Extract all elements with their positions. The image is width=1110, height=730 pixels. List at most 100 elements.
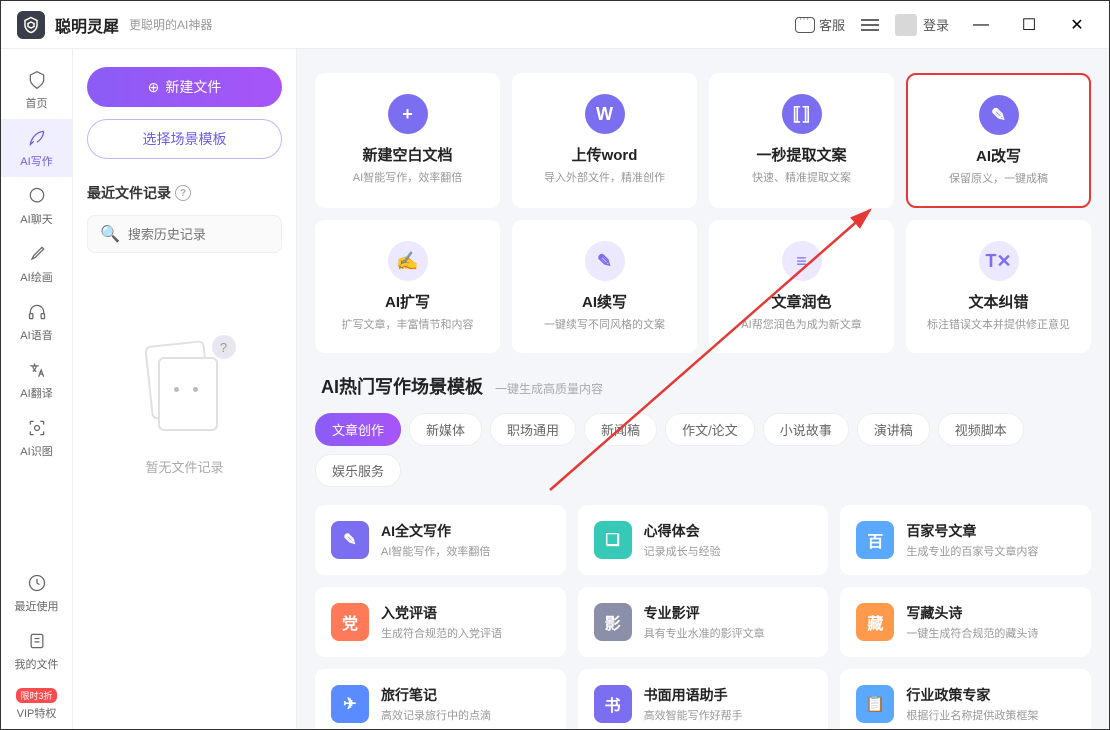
nav-label: AI绘画: [20, 269, 52, 285]
headphone-icon: [26, 301, 48, 323]
maximize-button[interactable]: ☐: [1013, 9, 1045, 41]
nav-ai-writing[interactable]: AI写作: [1, 119, 72, 177]
template-card[interactable]: 藏 写藏头诗 一键生成符合规范的藏头诗: [840, 587, 1091, 657]
tab-item[interactable]: 视频脚本: [938, 413, 1024, 446]
new-file-label: 新建文件: [165, 77, 221, 97]
card-title: 一秒提取文案: [720, 144, 883, 165]
template-desc: 高效记录旅行中的点滴: [381, 707, 491, 723]
action-card[interactable]: ≡ 文章润色 AI帮您润色为成为新文章: [709, 220, 894, 353]
tab-item[interactable]: 职场通用: [490, 413, 576, 446]
template-card[interactable]: ✈ 旅行笔记 高效记录旅行中的点滴: [315, 669, 566, 729]
empty-illustration-icon: ?: [140, 343, 230, 443]
nav-ai-voice[interactable]: AI语音: [1, 293, 72, 351]
home-icon: [26, 69, 48, 91]
card-icon: ✎: [979, 95, 1019, 135]
choose-template-button[interactable]: 选择场景模板: [87, 119, 282, 159]
nav-label: AI写作: [20, 153, 52, 169]
left-nav: 首页 AI写作 AI聊天 AI绘画 AI语音 AI翻译 AI识图 最: [1, 49, 73, 729]
file-icon: [26, 630, 48, 652]
action-card[interactable]: ✍ AI扩写 扩写文章，丰富情节和内容: [315, 220, 500, 353]
template-desc: 一键生成符合规范的藏头诗: [906, 625, 1038, 641]
template-desc: 记录成长与经验: [644, 543, 721, 559]
card-icon: T✕: [979, 241, 1019, 281]
card-desc: 保留原义，一键成稿: [918, 170, 1079, 186]
card-title: 上传word: [523, 144, 686, 165]
tab-item[interactable]: 文章创作: [315, 413, 401, 446]
card-icon: ✎: [585, 241, 625, 281]
chat-icon: [795, 17, 815, 33]
nav-label: 最近使用: [15, 598, 59, 614]
empty-text: 暂无文件记录: [87, 457, 282, 476]
template-title: 百家号文章: [906, 521, 1038, 541]
template-card[interactable]: 书 书面用语助手 高效智能写作好帮手: [578, 669, 829, 729]
template-title: AI全文写作: [381, 521, 490, 541]
close-button[interactable]: ✕: [1061, 9, 1093, 41]
card-title: 文章润色: [720, 291, 883, 312]
translate-icon: [26, 359, 48, 381]
card-title: AI改写: [918, 145, 1079, 166]
template-icon: ✈: [331, 685, 369, 723]
login-label: 登录: [923, 15, 949, 34]
search-box[interactable]: 🔍: [87, 215, 282, 253]
card-desc: AI帮您润色为成为新文章: [720, 316, 883, 332]
template-card[interactable]: 影 专业影评 具有专业水准的影评文章: [578, 587, 829, 657]
action-card[interactable]: ⟦⟧ 一秒提取文案 快速、精准提取文案: [709, 73, 894, 208]
template-card[interactable]: ✎ AI全文写作 AI智能写作，效率翻倍: [315, 505, 566, 575]
kefu-button[interactable]: 客服: [795, 15, 845, 34]
tab-item[interactable]: 新闻稿: [584, 413, 657, 446]
card-title: AI扩写: [326, 291, 489, 312]
nav-vip[interactable]: 限时3折 VIP特权: [1, 680, 72, 729]
brush-icon: [26, 243, 48, 265]
search-icon: 🔍: [100, 224, 120, 244]
card-icon: +: [388, 94, 428, 134]
card-icon: ⟦⟧: [782, 94, 822, 134]
action-card[interactable]: W 上传word 导入外部文件，精准创作: [512, 73, 697, 208]
avatar-icon: [895, 14, 917, 36]
template-tabs: 文章创作新媒体职场通用新闻稿作文/论文小说故事演讲稿视频脚本娱乐服务: [315, 413, 1091, 487]
section-subtitle: 一键生成高质量内容: [495, 380, 603, 397]
nav-my-files[interactable]: 我的文件: [1, 622, 72, 680]
app-logo-icon: [17, 11, 45, 39]
template-card[interactable]: ❏ 心得体会 记录成长与经验: [578, 505, 829, 575]
search-input[interactable]: [128, 227, 304, 242]
tab-item[interactable]: 新媒体: [409, 413, 482, 446]
tab-item[interactable]: 作文/论文: [665, 413, 755, 446]
template-icon: ❏: [594, 521, 632, 559]
action-card[interactable]: + 新建空白文档 AI智能写作，效率翻倍: [315, 73, 500, 208]
card-desc: 导入外部文件，精准创作: [523, 169, 686, 185]
recent-title: 最近文件记录: [87, 183, 171, 203]
nav-label: 首页: [26, 95, 48, 111]
template-desc: 高效智能写作好帮手: [644, 707, 743, 723]
tab-item[interactable]: 小说故事: [763, 413, 849, 446]
card-desc: 扩写文章，丰富情节和内容: [326, 316, 489, 332]
tab-item[interactable]: 演讲稿: [857, 413, 930, 446]
nav-ai-chat[interactable]: AI聊天: [1, 177, 72, 235]
template-card[interactable]: 百 百家号文章 生成专业的百家号文章内容: [840, 505, 1091, 575]
nav-recent[interactable]: 最近使用: [1, 564, 72, 622]
template-desc: AI智能写作，效率翻倍: [381, 543, 490, 559]
template-card[interactable]: 📋 行业政策专家 根据行业名称提供政策框架: [840, 669, 1091, 729]
recent-files-header: 最近文件记录 ?: [87, 183, 282, 203]
new-file-button[interactable]: ⊕ 新建文件: [87, 67, 282, 107]
nav-label: VIP特权: [17, 705, 57, 721]
scan-icon: [26, 417, 48, 439]
template-card[interactable]: 党 入党评语 生成符合规范的入党评语: [315, 587, 566, 657]
nav-home[interactable]: 首页: [1, 61, 72, 119]
nav-ai-translate[interactable]: AI翻译: [1, 351, 72, 409]
action-card[interactable]: ✎ AI续写 一键续写不同风格的文案: [512, 220, 697, 353]
template-title: 写藏头诗: [906, 603, 1038, 623]
minimize-button[interactable]: —: [965, 9, 997, 41]
tab-item[interactable]: 娱乐服务: [315, 454, 401, 487]
empty-state: ? 暂无文件记录: [87, 343, 282, 476]
section-title: AI热门写作场景模板: [321, 373, 483, 399]
help-icon[interactable]: ?: [175, 185, 191, 201]
app-title: 聪明灵犀: [55, 13, 119, 37]
action-card[interactable]: ✎ AI改写 保留原义，一键成稿: [906, 73, 1091, 208]
login-button[interactable]: 登录: [895, 14, 949, 36]
titlebar: 聪明灵犀 更聪明的AI神器 客服 登录 — ☐ ✕: [1, 1, 1109, 49]
menu-icon[interactable]: [861, 19, 879, 31]
action-card[interactable]: T✕ 文本纠错 标注错误文本并提供修正意见: [906, 220, 1091, 353]
nav-ai-paint[interactable]: AI绘画: [1, 235, 72, 293]
nav-ai-image[interactable]: AI识图: [1, 409, 72, 467]
side-panel: ⊕ 新建文件 选择场景模板 最近文件记录 ? 🔍 ? 暂无文件记录: [73, 49, 297, 729]
